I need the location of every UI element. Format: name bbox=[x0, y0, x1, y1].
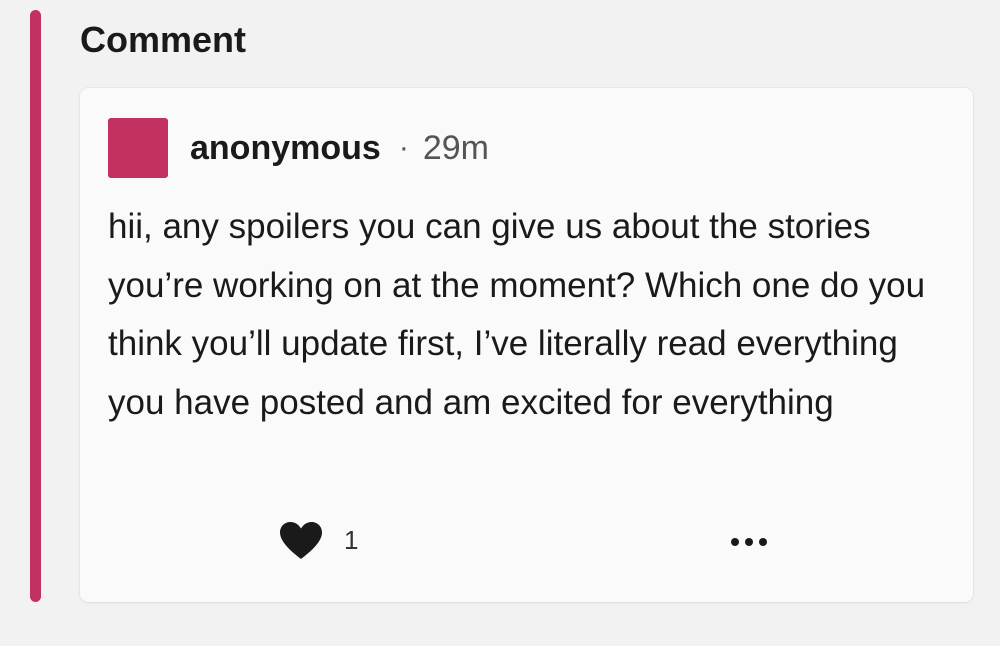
heart-icon bbox=[280, 522, 322, 559]
like-button[interactable]: 1 bbox=[278, 520, 358, 560]
comment-card: anonymous · 29m hii, any spoilers you ca… bbox=[80, 88, 973, 602]
more-options-button[interactable] bbox=[726, 522, 772, 562]
avatar[interactable] bbox=[108, 118, 168, 178]
section-title: Comment bbox=[80, 19, 247, 60]
comment-header: anonymous · 29m bbox=[108, 118, 489, 178]
timestamp: 29m bbox=[422, 129, 489, 167]
like-count: 1 bbox=[344, 525, 359, 555]
author-name[interactable]: anonymous bbox=[190, 128, 381, 168]
comment-actions: 1 bbox=[80, 512, 973, 572]
comment-text: hii, any spoilers you can give us about … bbox=[108, 207, 926, 422]
header-separator: · bbox=[398, 131, 409, 164]
comment-page: Comment anonymous · 29m hii, any spoiler… bbox=[0, 0, 1000, 646]
accent-bar bbox=[30, 10, 41, 602]
more-horizontal-icon bbox=[731, 538, 767, 546]
